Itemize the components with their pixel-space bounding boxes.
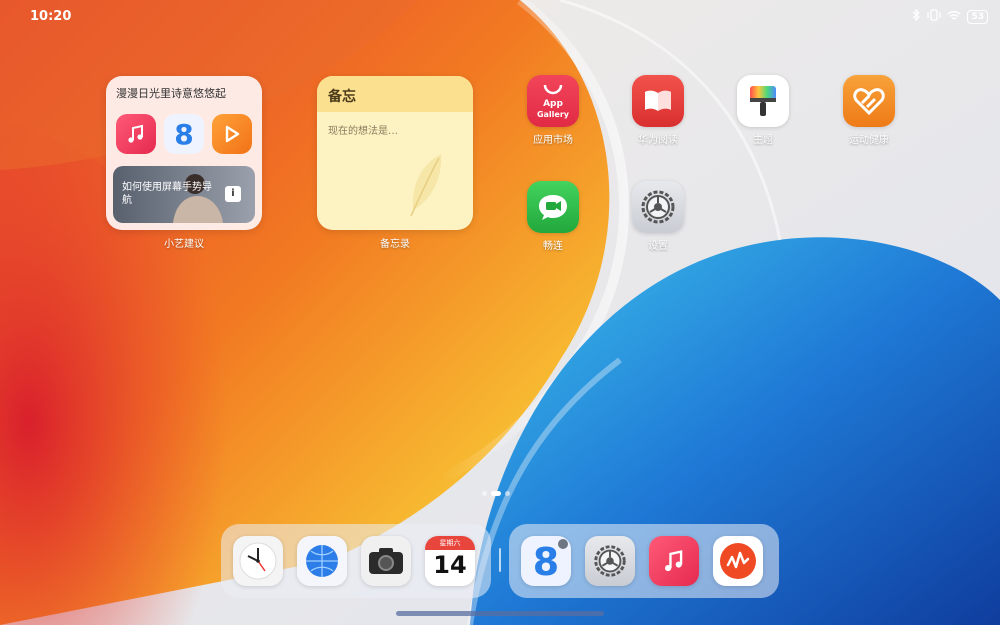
page-indicator[interactable] — [482, 491, 510, 496]
memo-widget[interactable]: 备忘 现在的想法是… — [317, 76, 473, 230]
dock-left: 星期六 14 — [221, 524, 491, 598]
page-dot[interactable] — [482, 491, 487, 496]
page-dot[interactable] — [505, 491, 510, 496]
feather-icon — [410, 154, 442, 217]
bluetooth-icon — [912, 8, 921, 24]
xiaoyi-tip-text: 如何使用屏幕手势导航 — [122, 182, 212, 206]
music-icon[interactable] — [649, 536, 699, 586]
clock-icon[interactable] — [233, 536, 283, 586]
page-dot-active[interactable] — [491, 491, 501, 496]
svg-text:App: App — [543, 99, 563, 109]
theme-label: 主题 — [753, 135, 773, 146]
app-gallery-label: 应用市场 — [533, 135, 573, 146]
chat-video-icon[interactable] — [527, 181, 579, 233]
svg-text:Gallery: Gallery — [537, 110, 570, 119]
browser-icon[interactable] — [297, 536, 347, 586]
xiaoyi-widget-label: 小艺建议 — [164, 239, 204, 250]
meetime-label: 畅连 — [543, 241, 563, 252]
home-indicator[interactable] — [396, 611, 604, 616]
meetime-app[interactable]: 畅连 — [513, 181, 593, 252]
gear-icon[interactable] — [632, 181, 684, 233]
book-icon[interactable] — [632, 75, 684, 127]
eight-icon[interactable]: 8 — [521, 536, 571, 586]
wifi-icon — [947, 10, 961, 24]
dock-divider — [499, 548, 501, 572]
health-app[interactable]: 运动健康 — [829, 75, 909, 146]
theme-app[interactable]: 主题 — [723, 75, 803, 146]
dock-right: 8 — [509, 524, 779, 598]
status-icons: 53 — [912, 8, 988, 24]
mic-icon[interactable] — [713, 536, 763, 586]
memo-placeholder: 现在的想法是… — [328, 126, 398, 137]
brush-icon[interactable] — [737, 75, 789, 127]
calendar-weekday: 星期六 — [425, 536, 475, 550]
xiaoyi-suggested-apps: 8 — [116, 114, 252, 154]
xiaoyi-widget-title: 漫漫日光里诗意悠悠起 — [116, 87, 226, 100]
settings-icon[interactable] — [585, 536, 635, 586]
settings-app[interactable]: 设置 — [618, 181, 698, 252]
eight-icon[interactable]: 8 — [164, 114, 204, 154]
app-gallery-app[interactable]: App Gallery 应用市场 — [513, 75, 593, 146]
status-time: 10:20 — [30, 9, 72, 24]
vibrate-icon — [927, 9, 942, 24]
settings-label: 设置 — [648, 241, 668, 252]
app-gallery-icon[interactable]: App Gallery — [527, 75, 579, 127]
status-bar: 10:20 53 — [0, 0, 1000, 34]
memo-title: 备忘 — [328, 89, 356, 105]
huawei-read-label: 华为阅读 — [638, 135, 678, 146]
svg-text:8: 8 — [174, 119, 193, 149]
video-icon[interactable] — [212, 114, 252, 154]
music-icon[interactable] — [116, 114, 156, 154]
calendar-day: 14 — [433, 551, 467, 579]
xiaoyi-suggestion-widget[interactable]: 漫漫日光里诗意悠悠起 8 如何使用屏幕手势导航 i — [106, 76, 262, 230]
calendar-icon[interactable]: 星期六 14 — [425, 536, 475, 586]
memo-widget-label: 备忘录 — [380, 239, 410, 250]
info-icon: i — [225, 186, 241, 202]
heart-icon[interactable] — [843, 75, 895, 127]
huawei-read-app[interactable]: 华为阅读 — [618, 75, 698, 146]
camera-icon[interactable] — [361, 536, 411, 586]
mic-badge-icon — [558, 539, 568, 549]
battery-icon: 53 — [967, 9, 988, 24]
health-label: 运动健康 — [849, 135, 889, 146]
xiaoyi-tip-card[interactable]: 如何使用屏幕手势导航 i — [113, 166, 255, 223]
svg-text:8: 8 — [533, 541, 559, 581]
